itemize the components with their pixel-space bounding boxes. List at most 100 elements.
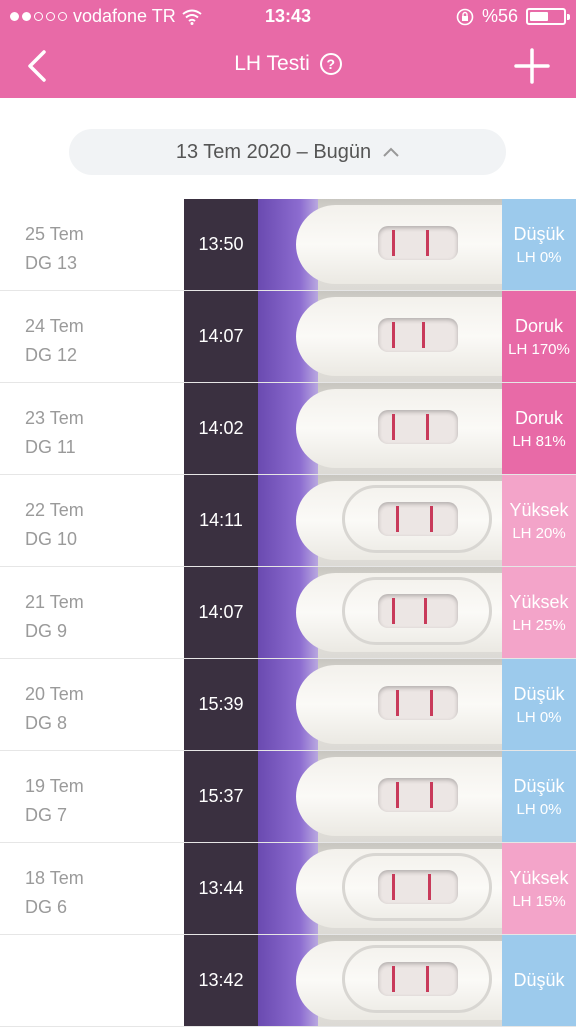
strip-window [378,686,458,720]
test-strip-photo[interactable] [258,935,502,1026]
strip-window [378,226,458,260]
list-item[interactable]: 25 Tem DG 13 13:50 Düşük LH 0% [0,199,576,291]
control-line [426,414,429,440]
lh-percent: LH 25% [512,616,566,634]
result-label: Doruk [514,315,563,336]
lh-percent: LH 15% [512,892,566,910]
row-day: 22 Tem [25,500,84,520]
test-strip-photo[interactable] [258,659,502,750]
lh-percent: LH 0% [516,248,562,266]
result-label: Düşük [513,775,565,796]
battery-icon [526,8,570,25]
list-item[interactable]: 23 Tem DG 11 14:02 Doruk LH 81% [0,383,576,475]
strip-window [378,594,458,628]
control-line [428,874,431,900]
row-day: 18 Tem [25,868,84,888]
nav-bar: LH Testi ? [0,32,576,98]
row-cycle-day: DG 7 [25,805,68,825]
row-time: 14:11 [184,475,258,566]
test-strip-photo[interactable] [258,383,502,474]
strip-window [378,962,458,996]
test-line [392,874,395,900]
help-icon[interactable]: ? [319,53,342,75]
test-line [392,230,395,256]
result-badge: Düşük LH 0% [502,199,576,290]
result-label: Düşük [513,970,565,990]
list-item[interactable]: 19 Tem DG 7 15:37 Düşük LH 0% [0,751,576,843]
row-date: 19 Tem DG 7 [25,772,84,830]
row-time: 14:02 [184,383,258,474]
row-time: 14:07 [184,291,258,382]
chevron-up-icon [383,147,399,157]
test-line [396,690,399,716]
result-badge: Düşük LH 0% [502,659,576,750]
lh-test-list: 25 Tem DG 13 13:50 Düşük LH 0% 24 Tem DG 12 14:… [0,199,576,1027]
row-date: 21 Tem DG 9 [25,588,84,646]
row-cycle-day: DG 8 [25,713,68,733]
lh-percent: LH 0% [516,708,562,726]
row-cycle-day: DG 9 [25,621,68,641]
row-date: 24 Tem DG 12 [25,312,84,370]
list-item[interactable]: 20 Tem DG 8 15:39 Düşük LH 0% [0,659,576,751]
row-cycle-day: DG 13 [25,253,78,273]
status-right: %56 [456,6,570,27]
control-line [426,966,429,992]
test-strip-photo[interactable] [258,475,502,566]
list-item[interactable]: 18 Tem DG 6 13:44 Yüksek LH 15% [0,843,576,935]
strip-window [378,502,458,536]
test-strip-photo[interactable] [258,567,502,658]
row-date: 20 Tem DG 8 [25,680,84,738]
row-time: 15:39 [184,659,258,750]
result-label: Yüksek [509,867,569,888]
row-time: 15:37 [184,751,258,842]
result-label: Yüksek [509,499,569,520]
list-item[interactable]: 21 Tem DG 9 14:07 Yüksek LH 25% [0,567,576,659]
control-line [422,322,425,348]
control-line [430,782,433,808]
row-cycle-day: DG 10 [25,529,78,549]
control-line [424,598,427,624]
test-line [396,782,399,808]
test-line [392,322,395,348]
lh-percent: LH 0% [516,800,562,818]
test-strip-photo[interactable] [258,843,502,934]
result-badge: Yüksek LH 20% [502,475,576,566]
row-cycle-day: DG 11 [25,437,76,457]
result-label: Düşük [513,223,565,244]
list-item[interactable]: 22 Tem DG 10 14:11 Yüksek LH 20% [0,475,576,567]
row-day: 21 Tem [25,592,84,612]
test-line [392,414,395,440]
result-badge: Yüksek LH 25% [502,567,576,658]
control-line [426,230,429,256]
list-item[interactable]: 13:42 Düşük [0,935,576,1027]
test-strip-photo[interactable] [258,199,502,290]
list-item[interactable]: 24 Tem DG 12 14:07 Doruk LH 170% [0,291,576,383]
test-line [392,966,395,992]
row-day: 24 Tem [25,316,84,336]
strip-window [378,778,458,812]
result-badge: Yüksek LH 15% [502,843,576,934]
rotation-lock-icon [456,8,474,25]
add-button[interactable] [514,48,550,84]
lh-percent: LH 170% [508,340,570,358]
row-time: 13:44 [184,843,258,934]
status-bar: vodafone TR 13:43 %56 [0,0,576,32]
result-label: Doruk [514,407,563,428]
row-day: 25 Tem [25,224,84,244]
page-title: LH Testi [234,52,310,75]
row-date: 22 Tem DG 10 [25,496,84,554]
result-badge: Düşük LH 0% [502,751,576,842]
date-range-selector[interactable]: 13 Tem 2020 – Bugün [69,129,506,175]
test-line [396,506,399,532]
result-badge: Doruk LH 81% [502,383,576,474]
result-badge: Doruk LH 170% [502,291,576,382]
result-badge: Düşük [502,935,576,1026]
row-date: 18 Tem DG 6 [25,864,84,922]
date-range-label: 13 Tem 2020 – Bugün [175,140,372,163]
test-strip-photo[interactable] [258,291,502,382]
row-date: 25 Tem DG 13 [25,220,84,278]
row-cycle-day: DG 12 [25,345,78,365]
test-strip-photo[interactable] [258,751,502,842]
row-time: 13:42 [184,935,258,1026]
row-day: 19 Tem [25,776,84,796]
